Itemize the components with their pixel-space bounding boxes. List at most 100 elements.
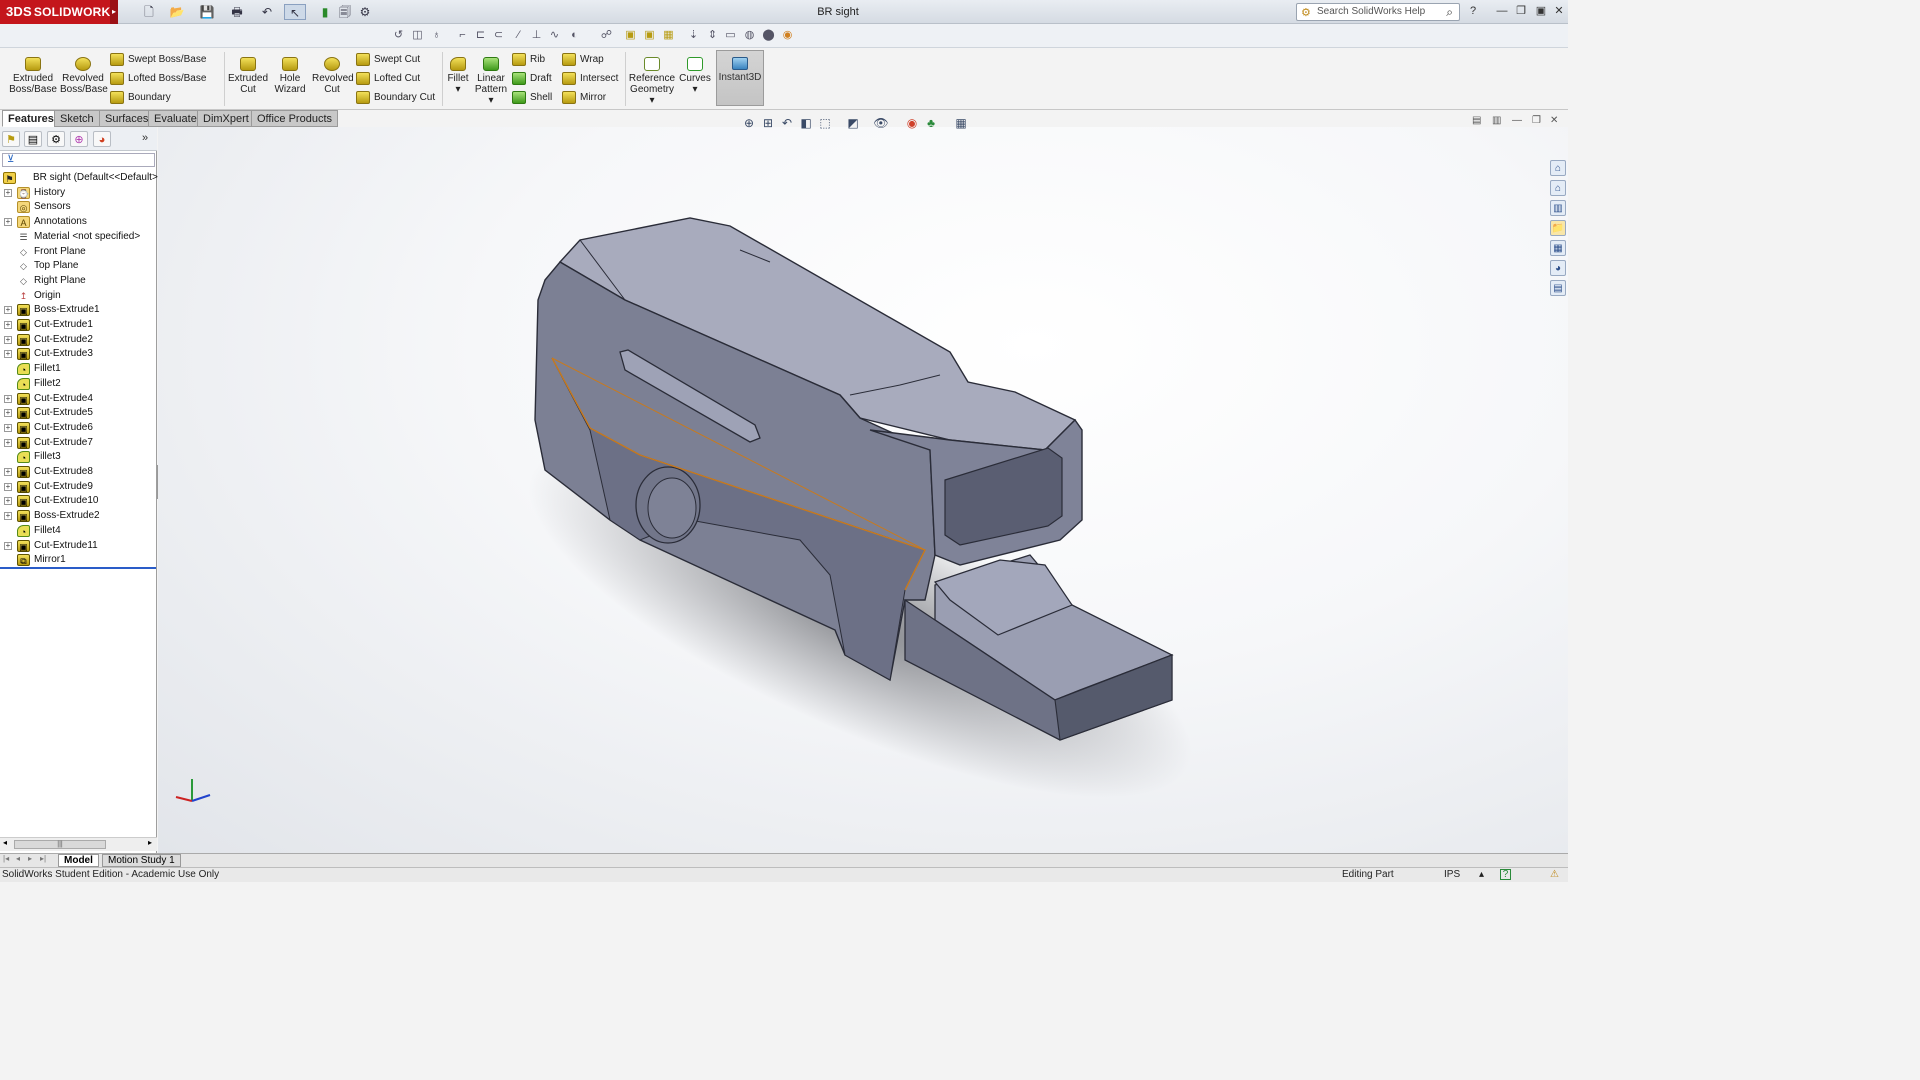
feature-b-icon[interactable]: ▣ bbox=[641, 27, 658, 44]
intersect-button[interactable]: Intersect bbox=[560, 70, 622, 88]
feature-tree-item[interactable]: + ▣ Cut-Extrude6 bbox=[0, 421, 157, 436]
tab-sketch[interactable]: Sketch bbox=[54, 110, 100, 127]
view-settings-icon[interactable]: ▦ bbox=[952, 114, 970, 132]
tab-motion-study-1[interactable]: Motion Study 1 bbox=[102, 854, 181, 867]
design-library-icon[interactable]: ▥ bbox=[1550, 200, 1566, 216]
swept-boss-button[interactable]: Swept Boss/Base bbox=[108, 51, 220, 69]
feature-tree-item[interactable]: ◇ Right Plane bbox=[0, 274, 157, 289]
solidworks-resources-icon[interactable]: ⌂ bbox=[1550, 160, 1566, 176]
instant3d-button[interactable]: Instant3D bbox=[716, 50, 764, 106]
expand-toggle-icon[interactable]: + bbox=[4, 335, 12, 344]
quick-tips-icon[interactable]: ? bbox=[1500, 869, 1511, 880]
view-orientation-icon[interactable]: ⬚ bbox=[816, 114, 834, 132]
feature-tree-item[interactable]: ◔ Fillet2 bbox=[0, 377, 157, 392]
save-icon[interactable]: 💾 bbox=[196, 4, 218, 20]
fillet-button[interactable]: Fillet ▾ bbox=[446, 52, 470, 95]
wrap-button[interactable]: Wrap bbox=[560, 51, 622, 69]
feature-tree-item[interactable]: ◔ Fillet4 bbox=[0, 524, 157, 539]
restore-down-icon[interactable]: ▣ bbox=[1532, 3, 1550, 20]
linear-pattern-dropdown-icon[interactable]: ▾ bbox=[488, 95, 493, 106]
scroll-thumb[interactable]: ||| bbox=[14, 840, 106, 849]
apply-scene-icon[interactable]: ♣ bbox=[922, 114, 940, 132]
options-icon[interactable]: ⚙ bbox=[354, 4, 376, 20]
view-palette-icon[interactable]: ▦ bbox=[1550, 240, 1566, 256]
print-icon[interactable]: 🖶 bbox=[226, 4, 248, 20]
curves-button[interactable]: Curves ▾ bbox=[678, 52, 712, 95]
expand-panel-icon[interactable]: » bbox=[142, 132, 148, 144]
linear-pattern-button[interactable]: Linear Pattern ▾ bbox=[472, 52, 510, 106]
feature-tree-root[interactable]: ⚑ BR sight (Default<<Default> bbox=[0, 171, 158, 186]
file-explorer-icon[interactable]: 📁 bbox=[1550, 220, 1566, 236]
section-icon[interactable]: ▭ bbox=[722, 27, 739, 44]
spline-tool-icon[interactable]: ∿ bbox=[546, 27, 563, 44]
tab-scroll-first-icon[interactable]: |◂ bbox=[3, 854, 9, 863]
viewport-minimize-icon[interactable]: — bbox=[1512, 115, 1522, 126]
feature-c-icon[interactable]: ▦ bbox=[660, 27, 677, 44]
feature-tree-item[interactable]: + ▣ Cut-Extrude5 bbox=[0, 406, 157, 421]
feature-manager-tab-icon[interactable]: ⚑ bbox=[2, 131, 20, 147]
tab-scroll-prev-icon[interactable]: ◂ bbox=[16, 854, 20, 863]
scene-icon[interactable]: ⬤ bbox=[760, 27, 777, 44]
menu-expand-arrow-icon[interactable]: ▸ bbox=[110, 0, 118, 24]
previous-view-icon[interactable]: ↶ bbox=[778, 114, 796, 132]
tab-surfaces[interactable]: Surfaces bbox=[99, 110, 155, 127]
rollback-bar[interactable] bbox=[0, 567, 156, 569]
feature-tree-item[interactable]: + ▣ Cut-Extrude1 bbox=[0, 318, 157, 333]
display-tool-icon[interactable]: ◐ bbox=[566, 27, 583, 44]
select-pointer-icon[interactable]: ↖ bbox=[284, 4, 306, 20]
reference-geometry-button[interactable]: Reference Geometry ▾ bbox=[628, 52, 676, 106]
feature-tree-filter-input[interactable]: ⊻ bbox=[2, 153, 155, 167]
configuration-manager-tab-icon[interactable]: ⚙ bbox=[47, 131, 65, 147]
expand-toggle-icon[interactable]: + bbox=[4, 541, 12, 550]
feature-tree-item[interactable]: ◔ Fillet3 bbox=[0, 450, 157, 465]
reference-geometry-dropdown-icon[interactable]: ▾ bbox=[649, 95, 654, 106]
feature-tree-item[interactable]: + ▣ Cut-Extrude9 bbox=[0, 480, 157, 495]
expand-toggle-icon[interactable]: + bbox=[4, 409, 12, 418]
tab-features[interactable]: Features bbox=[2, 110, 60, 127]
feature-tree-item[interactable]: ◇ Front Plane bbox=[0, 245, 157, 260]
feature-tree-item[interactable]: + ▣ Cut-Extrude4 bbox=[0, 392, 157, 407]
help-icon[interactable]: ? bbox=[1464, 3, 1482, 20]
display-manager-tab-icon[interactable]: ◕ bbox=[93, 131, 111, 147]
expand-toggle-icon[interactable]: + bbox=[4, 423, 12, 432]
expand-toggle-icon[interactable]: + bbox=[4, 394, 12, 403]
new-document-icon[interactable]: 🗋 bbox=[138, 4, 160, 20]
expand-toggle-icon[interactable]: + bbox=[4, 218, 12, 227]
feature-tree-item[interactable]: ⧉ Mirror1 bbox=[0, 553, 157, 568]
hide-tool-icon[interactable]: ☍ bbox=[598, 27, 615, 44]
custom-properties-icon[interactable]: ▤ bbox=[1550, 280, 1566, 296]
tab-office-products[interactable]: Office Products bbox=[251, 110, 338, 127]
search-icon[interactable]: ⌕ bbox=[1446, 4, 1453, 20]
tab-model[interactable]: Model bbox=[58, 854, 99, 867]
extruded-cut-button[interactable]: Extruded Cut bbox=[228, 52, 268, 95]
tab-scroll-next-icon[interactable]: ▸ bbox=[28, 854, 32, 863]
lofted-cut-button[interactable]: Lofted Cut bbox=[354, 70, 438, 88]
convert-tool-icon[interactable]: ⊂ bbox=[490, 27, 507, 44]
rebuild-icon[interactable]: ▮ bbox=[314, 4, 336, 20]
tab-scroll-last-icon[interactable]: ▸| bbox=[40, 854, 46, 863]
units-menu-icon[interactable]: ▴ bbox=[1479, 868, 1484, 882]
zoom-to-fit-icon[interactable]: ⊕ bbox=[740, 114, 758, 132]
feature-tree-item[interactable]: + ▣ Cut-Extrude11 bbox=[0, 539, 157, 554]
scroll-left-icon[interactable]: ◂ bbox=[3, 838, 7, 847]
rebuild-status-icon[interactable]: ⚠ bbox=[1550, 868, 1559, 882]
boundary-cut-button[interactable]: Boundary Cut bbox=[354, 89, 438, 107]
boundary-boss-button[interactable]: Boundary Boss/Base bbox=[108, 89, 220, 121]
trim-tool-icon[interactable]: ⁄ bbox=[510, 27, 527, 44]
help-search-input[interactable]: ⚙ Search SolidWorks Help ⌕ bbox=[1296, 3, 1460, 21]
mirror-tool-icon[interactable]: ⊥ bbox=[528, 27, 545, 44]
solidworks-logo[interactable]: 3DS SOLIDWORKS bbox=[0, 0, 118, 24]
tab-evaluate[interactable]: Evaluate bbox=[148, 110, 203, 127]
feature-a-icon[interactable]: ▣ bbox=[622, 27, 639, 44]
hole-wizard-button[interactable]: Hole Wizard bbox=[270, 52, 310, 95]
section-view-icon[interactable]: ◧ bbox=[797, 114, 815, 132]
viewport-split-icon[interactable]: ▥ bbox=[1492, 115, 1501, 126]
render-icon[interactable]: ◉ bbox=[779, 27, 796, 44]
undo-icon[interactable]: ↶ bbox=[256, 4, 278, 20]
tab-dimxpert[interactable]: DimXpert bbox=[197, 110, 255, 127]
rib-button[interactable]: Rib bbox=[510, 51, 558, 69]
expand-toggle-icon[interactable]: + bbox=[4, 482, 12, 491]
loft-tool-icon[interactable]: ♁ bbox=[428, 27, 445, 44]
extruded-boss-button[interactable]: Extruded Boss/Base bbox=[8, 52, 58, 95]
feature-tree-item[interactable]: + ▣ Boss-Extrude2 bbox=[0, 509, 157, 524]
